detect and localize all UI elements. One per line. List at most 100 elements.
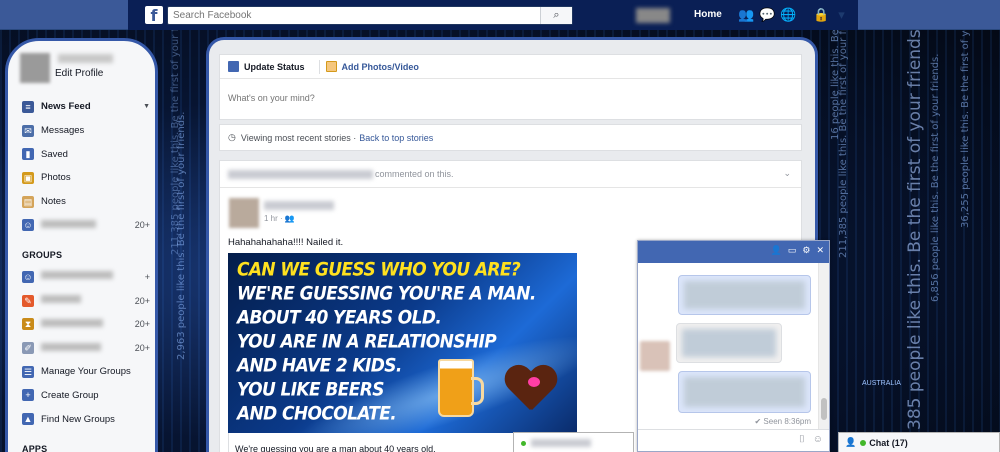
avatar[interactable]: [20, 53, 50, 83]
promo-image[interactable]: CAN WE GUESS WHO YOU ARE? WE'RE GUESSING…: [228, 253, 577, 433]
sidebar-item-label: [41, 295, 135, 306]
back-to-top-stories-link[interactable]: Back to top stories: [359, 133, 433, 143]
promo-line: AND HAVE 2 KIDS.: [237, 355, 402, 377]
menu-caret-icon[interactable]: ▾: [834, 7, 849, 22]
scrollbar-thumb[interactable]: [821, 398, 827, 420]
avatar[interactable]: [640, 341, 670, 371]
friends-audience-icon[interactable]: 👥: [285, 214, 295, 223]
sidebar-item-photos[interactable]: ▣ Photos: [22, 166, 150, 190]
tab-add-photos[interactable]: Add Photos/Video: [325, 61, 419, 72]
find-groups-icon: ▲: [22, 413, 34, 426]
sidebar-group-item[interactable]: ✐ 20+: [22, 336, 150, 360]
notifications-icon[interactable]: 🌐: [780, 7, 796, 22]
post-time[interactable]: 1 hr ·: [264, 214, 285, 223]
photos-icon: ▣: [22, 171, 34, 184]
sidebar-item-count: 20+: [134, 319, 150, 330]
chat-messages: [638, 263, 820, 430]
story-header-text: commented on this.: [375, 169, 454, 179]
sidebar-item-news-feed[interactable]: ≡ News Feed ▼: [22, 95, 150, 119]
chat-message-bubble: [678, 275, 811, 315]
promo-line: YOU ARE IN A RELATIONSHIP: [237, 331, 497, 353]
search-input[interactable]: [168, 7, 538, 24]
background-text: 385 people like this. Be the first of yo…: [905, 23, 925, 430]
sidebar-item-create-group[interactable]: + Create Group: [22, 384, 150, 408]
sidebar-group-item[interactable]: ⧗ 20+: [22, 313, 150, 337]
sidebar-item-manage-groups[interactable]: ☰ Manage Your Groups: [22, 360, 150, 384]
post-text: Hahahahahaha!!!! Nailed it.: [228, 237, 344, 248]
video-icon[interactable]: ▭: [788, 245, 797, 256]
tab-update-status[interactable]: Update Status: [228, 61, 305, 72]
camera-icon[interactable]: ⌷: [799, 434, 805, 445]
sidebar-item-saved[interactable]: ▮ Saved: [22, 142, 150, 166]
status-composer: Update Status Add Photos/Video: [219, 54, 802, 120]
chat-sidebar-toggle[interactable]: 👤 Chat (17): [838, 432, 1000, 452]
heart-highlight: [528, 377, 540, 387]
sidebar-item-find-groups[interactable]: ▲ Find New Groups: [22, 407, 150, 431]
chevron-down-icon[interactable]: ⌄: [783, 168, 791, 179]
search-box: ⌕: [167, 6, 573, 25]
person-icon: 👤: [845, 437, 857, 447]
background-text: 6,856 people like this. Be the first of …: [930, 53, 941, 302]
bookmark-icon: ▮: [22, 148, 34, 161]
chat-window: 👤 ▭ ⚙ ✕ ✔ Seen 8:36pm ⌷ ☺: [637, 240, 830, 452]
minimized-chat-tab[interactable]: [513, 432, 634, 452]
online-status-icon: [521, 441, 526, 446]
home-link[interactable]: Home: [694, 9, 722, 20]
blurred-label: [41, 271, 113, 280]
sidebar-item-count: 20+: [134, 343, 150, 354]
sidebar-item-label: News Feed: [41, 101, 91, 113]
background-text: 211,385 people like this. Be the first o…: [838, 0, 849, 258]
sidebar-item-label: Find New Groups: [41, 413, 115, 425]
sidebar-item-label: Create Group: [41, 389, 99, 401]
blurred-message: [684, 281, 805, 309]
post-meta: 1 hr · 👥: [264, 214, 295, 223]
seen-indicator: ✔ Seen 8:36pm: [754, 417, 811, 426]
post-author-name[interactable]: [264, 201, 334, 210]
emoji-icon[interactable]: ☺: [813, 434, 823, 445]
sidebar-group-item[interactable]: ✎ 20+: [22, 289, 150, 313]
messages-icon[interactable]: 💬: [759, 7, 775, 22]
sidebar-item-label: Manage Your Groups: [41, 366, 131, 378]
chat-message-bubble: [676, 323, 782, 363]
background-text: 36,255 people like this. Be the first of…: [960, 0, 971, 228]
facebook-logo-icon[interactable]: f: [145, 6, 163, 25]
status-input[interactable]: [228, 93, 728, 103]
edit-profile-link[interactable]: Edit Profile: [55, 68, 103, 79]
chat-scrollbar[interactable]: [818, 263, 829, 430]
add-friend-icon[interactable]: 👤: [771, 245, 782, 256]
groups-heading: GROUPS: [22, 250, 63, 261]
sidebar-nav: ≡ News Feed ▼ ✉ Messages ▮ Saved ▣ Photo…: [22, 95, 150, 452]
chevron-down-icon[interactable]: ▼: [143, 103, 150, 110]
chat-input-icons: ⌷ ☺: [799, 434, 823, 445]
sidebar-item-label: [41, 318, 135, 330]
composer-tabs: Update Status Add Photos/Video: [220, 55, 801, 79]
profile-name[interactable]: [58, 54, 113, 63]
manage-groups-icon: ☰: [22, 365, 34, 378]
close-icon[interactable]: ✕: [816, 245, 824, 256]
sidebar-item-count: +: [144, 271, 150, 282]
chat-message-input[interactable]: ⌷ ☺: [638, 429, 829, 451]
photo-icon: [325, 61, 337, 72]
online-status-icon: [860, 439, 867, 446]
promo-line: WE'RE GUESSING YOU'RE A MAN.: [237, 283, 536, 305]
avatar[interactable]: [229, 198, 259, 228]
friend-requests-icon[interactable]: 👥: [738, 7, 754, 22]
tab-label: Update Status: [244, 61, 305, 72]
chocolate-heart-icon: [504, 366, 558, 416]
profile-avatar-small[interactable]: [636, 8, 670, 23]
sidebar-item-count: 20+: [134, 295, 150, 306]
sidebar-item-notes[interactable]: ▤ Notes: [22, 190, 150, 214]
search-icon[interactable]: ⌕: [540, 7, 572, 24]
sidebar-item-friends[interactable]: ☺ 20+: [22, 213, 150, 237]
pencil-icon: [228, 61, 239, 72]
sidebar-item-messages[interactable]: ✉ Messages: [22, 119, 150, 143]
blurred-name[interactable]: [228, 169, 373, 179]
promo-line: ABOUT 40 YEARS OLD.: [237, 307, 442, 329]
privacy-icon[interactable]: 🔒: [813, 7, 829, 22]
sidebar-item-label: [41, 271, 145, 282]
sidebar-group-item[interactable]: ☺ +: [22, 265, 150, 289]
chat-header[interactable]: 👤 ▭ ⚙ ✕: [638, 241, 829, 263]
gear-icon[interactable]: ⚙: [802, 245, 810, 256]
news-feed-icon: ≡: [22, 100, 34, 113]
group-icon: ☺: [22, 270, 34, 283]
